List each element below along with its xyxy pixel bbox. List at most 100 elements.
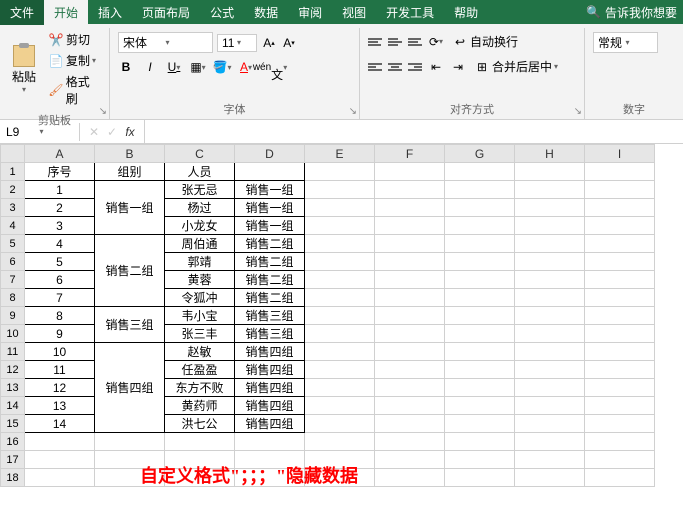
cell[interactable]: 销售四组 — [235, 361, 305, 379]
cell[interactable]: 销售二组 — [235, 271, 305, 289]
cell[interactable] — [515, 217, 585, 235]
column-header-A[interactable]: A — [25, 145, 95, 163]
cell[interactable] — [305, 253, 375, 271]
cell[interactable] — [585, 469, 655, 487]
align-left-icon[interactable] — [368, 62, 382, 72]
cell[interactable] — [585, 415, 655, 433]
row-header[interactable]: 6 — [1, 253, 25, 271]
cell[interactable] — [25, 469, 95, 487]
cell[interactable] — [375, 325, 445, 343]
cell[interactable] — [375, 415, 445, 433]
font-size-select[interactable]: 11▾ — [217, 34, 257, 52]
copy-button[interactable]: 📄复制▾ — [46, 51, 103, 70]
format-painter-button[interactable]: 🖌格式刷 — [46, 72, 103, 108]
cell[interactable] — [305, 361, 375, 379]
cell[interactable] — [585, 433, 655, 451]
cell[interactable] — [445, 163, 515, 181]
cell[interactable]: 周伯通 — [165, 235, 235, 253]
cell[interactable]: 黄蓉 — [165, 271, 235, 289]
column-header-G[interactable]: G — [445, 145, 515, 163]
cell[interactable]: 3 — [25, 217, 95, 235]
cell[interactable]: 销售三组 — [235, 307, 305, 325]
cell[interactable]: 13 — [25, 397, 95, 415]
cell[interactable] — [165, 433, 235, 451]
cell[interactable]: 12 — [25, 379, 95, 397]
menu-tab-8[interactable]: 帮助 — [444, 0, 488, 25]
insert-function-icon[interactable]: fx — [122, 125, 138, 139]
menu-tab-5[interactable]: 审阅 — [288, 0, 332, 25]
confirm-icon[interactable]: ✓ — [104, 125, 120, 139]
row-header[interactable]: 8 — [1, 289, 25, 307]
cell[interactable]: 2 — [25, 199, 95, 217]
row-header[interactable]: 4 — [1, 217, 25, 235]
cell[interactable]: 赵敏 — [165, 343, 235, 361]
menu-tab-4[interactable]: 数据 — [244, 0, 288, 25]
file-tab[interactable]: 文件 — [0, 0, 44, 25]
cell[interactable] — [445, 469, 515, 487]
menu-tab-3[interactable]: 公式 — [200, 0, 244, 25]
align-middle-icon[interactable] — [388, 37, 402, 47]
worksheet-grid[interactable]: ABCDEFGHI 1序号组别人员21销售一组张无忌销售一组32杨过销售一组43… — [0, 144, 683, 514]
cell[interactable] — [585, 271, 655, 289]
number-format-select[interactable]: 常规▾ — [593, 32, 658, 53]
cell[interactable] — [305, 379, 375, 397]
cell[interactable] — [375, 433, 445, 451]
row-header[interactable]: 16 — [1, 433, 25, 451]
cell[interactable] — [445, 253, 515, 271]
row-header[interactable]: 3 — [1, 199, 25, 217]
cell[interactable] — [375, 199, 445, 217]
cell[interactable] — [305, 433, 375, 451]
cell[interactable]: 销售一组 — [95, 181, 165, 235]
cell[interactable] — [375, 253, 445, 271]
cell[interactable] — [305, 307, 375, 325]
cell[interactable]: 销售四组 — [235, 397, 305, 415]
column-header-B[interactable]: B — [95, 145, 165, 163]
cell[interactable]: 6 — [25, 271, 95, 289]
cell[interactable] — [445, 181, 515, 199]
cell[interactable]: 销售一组 — [235, 181, 305, 199]
cell[interactable]: 5 — [25, 253, 95, 271]
row-header[interactable]: 7 — [1, 271, 25, 289]
wrap-text-button[interactable]: ↩自动换行 — [450, 32, 520, 51]
cell[interactable] — [305, 397, 375, 415]
cell[interactable] — [375, 379, 445, 397]
decrease-indent-icon[interactable]: ⇤ — [428, 59, 444, 75]
cell[interactable] — [375, 307, 445, 325]
cell[interactable]: 张无忌 — [165, 181, 235, 199]
cell[interactable] — [585, 181, 655, 199]
menu-tab-6[interactable]: 视图 — [332, 0, 376, 25]
cell[interactable]: 销售二组 — [235, 235, 305, 253]
cell[interactable] — [515, 325, 585, 343]
cell[interactable] — [305, 217, 375, 235]
dialog-launcher-icon[interactable]: ↘ — [349, 106, 357, 117]
cell[interactable] — [515, 433, 585, 451]
cell[interactable] — [305, 163, 375, 181]
decrease-font-icon[interactable]: A▾ — [281, 35, 297, 51]
cell[interactable]: 1 — [25, 181, 95, 199]
column-header-H[interactable]: H — [515, 145, 585, 163]
cell[interactable] — [585, 199, 655, 217]
cell[interactable] — [235, 433, 305, 451]
cell[interactable] — [305, 415, 375, 433]
cell[interactable]: 9 — [25, 325, 95, 343]
cell[interactable]: 7 — [25, 289, 95, 307]
cell[interactable] — [305, 289, 375, 307]
increase-font-icon[interactable]: A▴ — [261, 35, 277, 51]
cell[interactable]: 人员 — [165, 163, 235, 181]
row-header[interactable]: 2 — [1, 181, 25, 199]
cell[interactable] — [95, 433, 165, 451]
cell[interactable] — [305, 343, 375, 361]
cell[interactable]: 销售四组 — [95, 343, 165, 433]
row-header[interactable]: 13 — [1, 379, 25, 397]
cell[interactable] — [515, 361, 585, 379]
cell[interactable]: 销售四组 — [235, 343, 305, 361]
cell[interactable] — [445, 289, 515, 307]
cell[interactable]: 黄药师 — [165, 397, 235, 415]
cell[interactable] — [445, 397, 515, 415]
row-header[interactable]: 5 — [1, 235, 25, 253]
font-color-button[interactable]: A▾ — [238, 59, 254, 75]
row-header[interactable]: 9 — [1, 307, 25, 325]
cell[interactable] — [515, 397, 585, 415]
cell[interactable]: 4 — [25, 235, 95, 253]
underline-button[interactable]: U▾ — [166, 59, 182, 75]
